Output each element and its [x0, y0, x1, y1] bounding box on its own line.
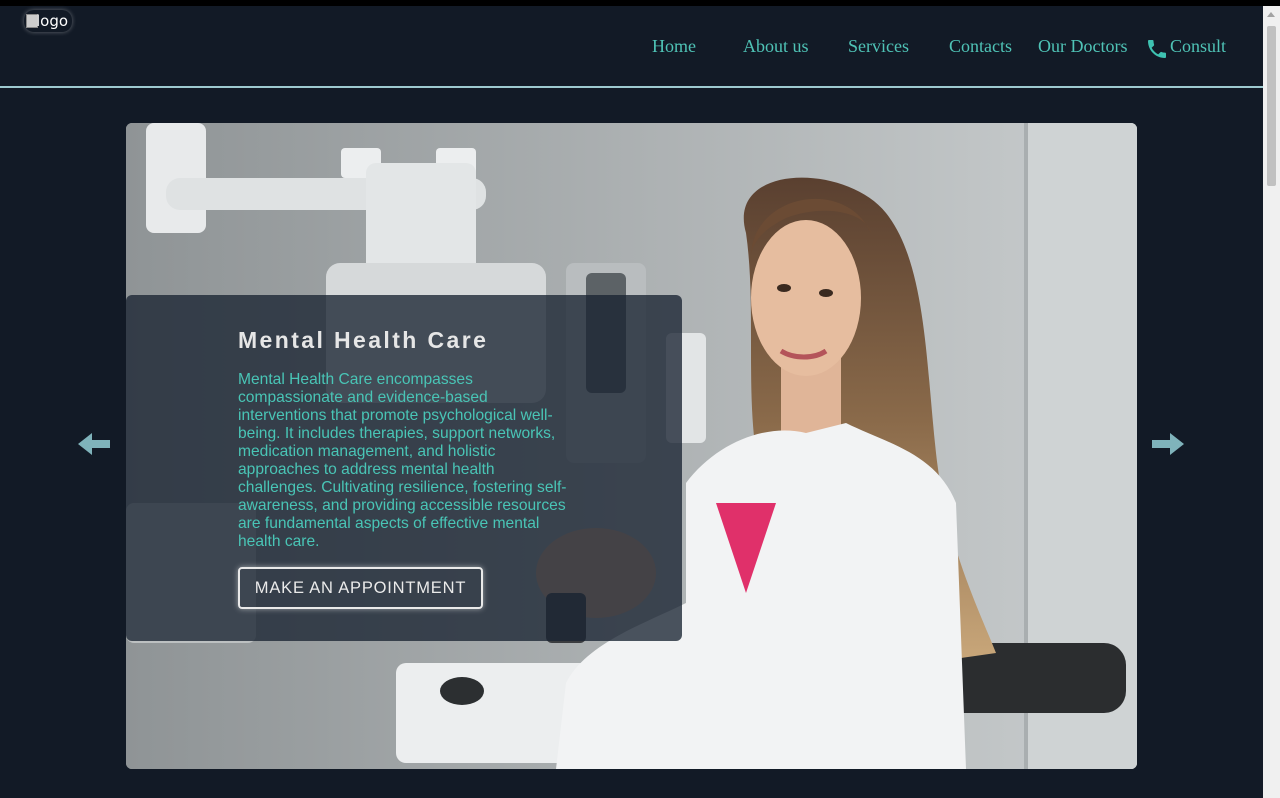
- site-header: logo Home About us Services Contacts Our…: [0, 6, 1263, 86]
- nav-consult-label: Consult: [1170, 36, 1227, 56]
- page-scrollbar[interactable]: [1263, 6, 1280, 798]
- arrow-right-icon: [1152, 433, 1184, 455]
- slide-description: Mental Health Care encompasses compassio…: [238, 371, 567, 550]
- slide-caption-panel: Mental Health Care Mental Health Care en…: [126, 295, 682, 641]
- nav-home[interactable]: Home: [652, 36, 696, 66]
- arrow-left-icon: [78, 433, 110, 455]
- logo-alt-text: logo: [36, 12, 69, 30]
- carousel-next-button[interactable]: [1150, 430, 1186, 458]
- phone-icon: [1148, 40, 1166, 58]
- carousel-prev-button[interactable]: [76, 430, 112, 458]
- nav-our-doctors[interactable]: Our Doctors: [1038, 36, 1127, 66]
- make-appointment-button[interactable]: MAKE AN APPOINTMENT: [238, 567, 483, 609]
- nav-about-us[interactable]: About us: [743, 36, 809, 66]
- nav-services[interactable]: Services: [848, 36, 909, 66]
- logo[interactable]: logo: [24, 10, 72, 32]
- nav-consult[interactable]: Consult: [1145, 36, 1226, 66]
- header-divider: [0, 86, 1263, 88]
- nav-contacts[interactable]: Contacts: [949, 36, 1012, 66]
- slide-title: Mental Health Care: [238, 327, 489, 353]
- scroll-up-icon[interactable]: [1267, 12, 1275, 17]
- scroll-thumb[interactable]: [1267, 26, 1276, 186]
